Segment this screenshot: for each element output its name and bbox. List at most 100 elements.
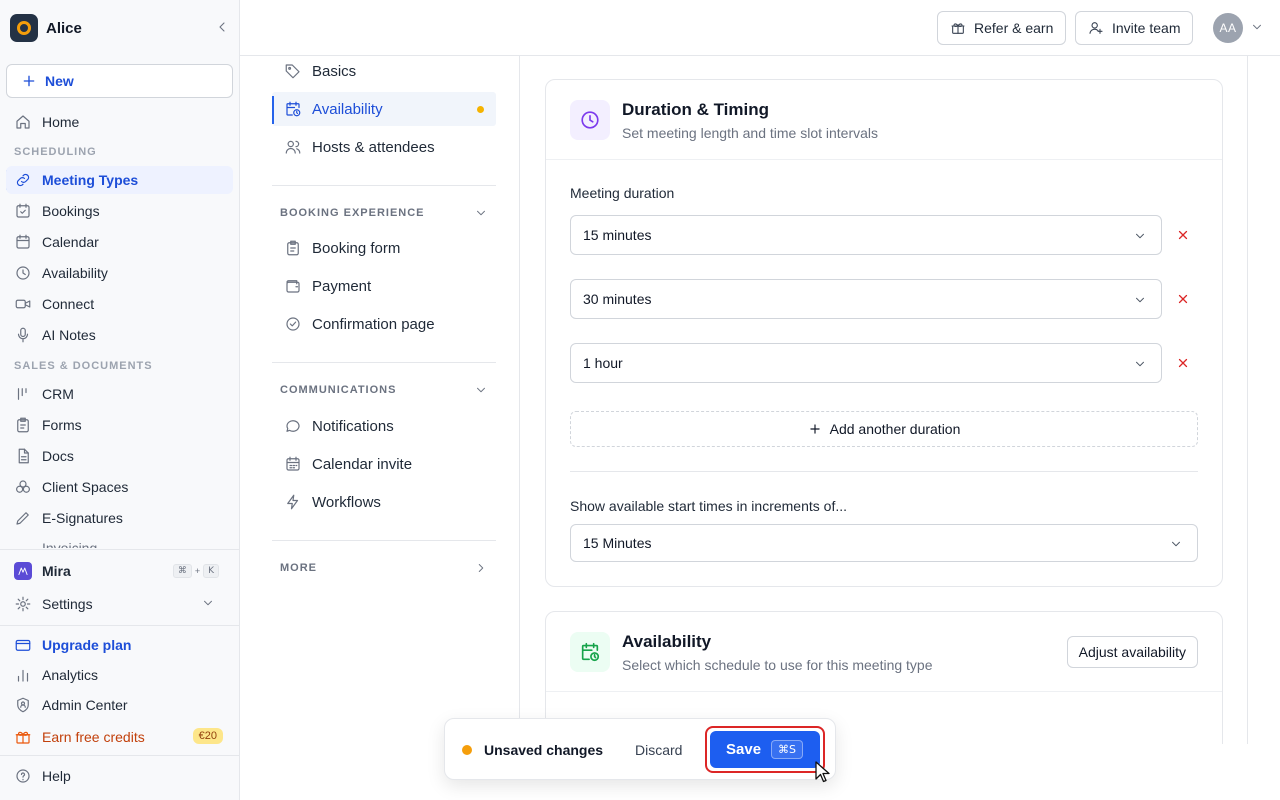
crm-icon <box>14 385 32 403</box>
subnav-item-label: Confirmation page <box>312 315 435 333</box>
discard-button[interactable]: Discard <box>635 742 682 758</box>
document-icon <box>14 447 32 465</box>
sidebar-item-docs[interactable]: Docs <box>6 442 233 470</box>
avatar[interactable]: AA <box>1213 13 1243 43</box>
sidebar-item-help[interactable]: Help <box>6 762 233 790</box>
increment-label: Show available start times in increments… <box>570 498 848 514</box>
subnav-item-label: Booking form <box>312 239 401 257</box>
users-icon <box>284 138 302 156</box>
sales-section-label: SALES & DOCUMENTS <box>14 360 153 372</box>
sidebar-item-mira[interactable]: Mira ⌘ + K <box>6 557 233 585</box>
unsaved-dot <box>462 745 472 755</box>
subnav-item-basics[interactable]: Basics <box>272 54 496 88</box>
booking-experience-section[interactable]: BOOKING EXPERIENCE <box>280 206 488 220</box>
sidebar-item-ai-notes[interactable]: AI Notes <box>6 321 233 349</box>
subnav-item-label: Calendar invite <box>312 455 413 473</box>
sidebar-item-earn-credits[interactable]: Earn free credits €20 <box>6 723 233 751</box>
remove-duration-icon[interactable] <box>1176 228 1190 242</box>
plus-icon <box>808 422 822 436</box>
subnav-item-calendar-invite[interactable]: Calendar invite <box>272 447 496 481</box>
bar-chart-icon <box>14 666 32 684</box>
sidebar-item-connect[interactable]: Connect <box>6 290 233 318</box>
more-section[interactable]: MORE <box>280 561 488 575</box>
subnav-item-availability[interactable]: Availability <box>272 92 496 126</box>
sidebar-item-meeting-types[interactable]: Meeting Types <box>6 166 233 194</box>
message-icon <box>284 417 302 435</box>
sidebar-item-e-signatures[interactable]: E-Signatures <box>6 504 233 532</box>
workspace-switcher[interactable]: Alice <box>10 13 230 43</box>
sidebar-item-label: Help <box>42 768 71 784</box>
subnav-item-confirmation[interactable]: Confirmation page <box>272 307 496 341</box>
subnav-item-label: Basics <box>312 62 357 80</box>
sidebar-item-label: Calendar <box>42 234 99 250</box>
sidebar-item-label: Mira <box>42 563 71 579</box>
sidebar-item-home[interactable]: Home <box>6 108 233 136</box>
sidebar-item-analytics[interactable]: Analytics <box>6 661 233 689</box>
sidebar-item-calendar[interactable]: Calendar <box>6 228 233 256</box>
duration-select[interactable]: 30 minutes <box>570 279 1162 319</box>
settings-subnav: Basics Availability Hosts & attendees BO… <box>240 56 520 744</box>
chevron-down-icon[interactable] <box>1250 20 1264 34</box>
link-icon <box>14 171 32 189</box>
chevron-down-icon <box>1133 357 1147 371</box>
calendar-check-icon <box>14 202 32 220</box>
mouse-cursor-icon <box>815 761 830 783</box>
select-value: 1 hour <box>583 355 623 371</box>
sidebar-item-label: Meeting Types <box>42 172 139 188</box>
save-shortcut: ⌘S <box>771 740 803 759</box>
shortcut-plus: + <box>194 566 201 576</box>
mira-shortcut: ⌘ + K <box>172 564 219 578</box>
bolt-icon <box>284 493 302 511</box>
main-content: Duration & Timing Set meeting length and… <box>521 56 1248 744</box>
subnav-item-workflows[interactable]: Workflows <box>272 485 496 519</box>
sidebar-item-label: Earn free credits <box>42 729 145 745</box>
active-indicator <box>272 96 274 124</box>
duration-select[interactable]: 15 minutes <box>570 215 1162 255</box>
spaces-icon <box>14 478 32 496</box>
card-subtitle: Set meeting length and time slot interva… <box>622 125 879 141</box>
microphone-icon <box>14 326 32 344</box>
sidebar: Alice New Home SCHEDULING Meeting Types … <box>0 0 240 800</box>
sidebar-item-label: Invoicing <box>42 540 98 548</box>
video-icon <box>14 295 32 313</box>
calendar-icon <box>284 455 302 473</box>
duration-select[interactable]: 1 hour <box>570 343 1162 383</box>
sidebar-item-label: Docs <box>42 448 74 464</box>
adjust-availability-button[interactable]: Adjust availability <box>1066 636 1198 668</box>
save-button[interactable]: Save ⌘S <box>710 731 820 768</box>
sidebar-item-forms[interactable]: Forms <box>6 411 233 439</box>
invite-team-button[interactable]: Invite team <box>1075 11 1194 45</box>
check-circle-icon <box>284 315 302 333</box>
shortcut-key: ⌘ <box>172 564 192 578</box>
sidebar-item-crm[interactable]: CRM <box>6 380 233 408</box>
sidebar-item-label: Forms <box>42 417 82 433</box>
subnav-item-label: Hosts & attendees <box>312 138 435 156</box>
pen-icon <box>14 509 32 527</box>
sidebar-item-bookings[interactable]: Bookings <box>6 197 233 225</box>
remove-duration-icon[interactable] <box>1176 356 1190 370</box>
subnav-item-hosts[interactable]: Hosts & attendees <box>272 130 496 164</box>
increment-select[interactable]: 15 Minutes <box>570 524 1198 562</box>
card-subtitle: Select which schedule to use for this me… <box>622 657 933 673</box>
communications-section[interactable]: COMMUNICATIONS <box>280 383 488 397</box>
subnav-item-payment[interactable]: Payment <box>272 269 496 303</box>
shield-user-icon <box>14 696 32 714</box>
subnav-item-booking-form[interactable]: Booking form <box>272 231 496 265</box>
sidebar-item-admin-center[interactable]: Admin Center <box>6 691 233 719</box>
add-duration-button[interactable]: Add another duration <box>570 411 1198 447</box>
sidebar-item-invoicing[interactable]: Invoicing <box>14 538 232 548</box>
collapse-sidebar-icon[interactable] <box>214 19 230 35</box>
new-button[interactable]: New <box>6 64 233 98</box>
subnav-item-notifications[interactable]: Notifications <box>272 409 496 443</box>
remove-duration-icon[interactable] <box>1176 292 1190 306</box>
sidebar-item-label: Upgrade plan <box>42 637 132 653</box>
sidebar-item-settings[interactable]: Settings <box>6 590 233 618</box>
scheduling-section-label: SCHEDULING <box>14 146 97 158</box>
sidebar-item-availability[interactable]: Availability <box>6 259 233 287</box>
calendar-clock-icon <box>570 632 610 672</box>
refer-earn-button[interactable]: Refer & earn <box>937 11 1067 45</box>
plus-icon <box>21 73 37 89</box>
sidebar-item-upgrade-plan[interactable]: Upgrade plan <box>6 631 233 659</box>
sidebar-item-client-spaces[interactable]: Client Spaces <box>6 473 233 501</box>
clipboard-icon <box>284 239 302 257</box>
